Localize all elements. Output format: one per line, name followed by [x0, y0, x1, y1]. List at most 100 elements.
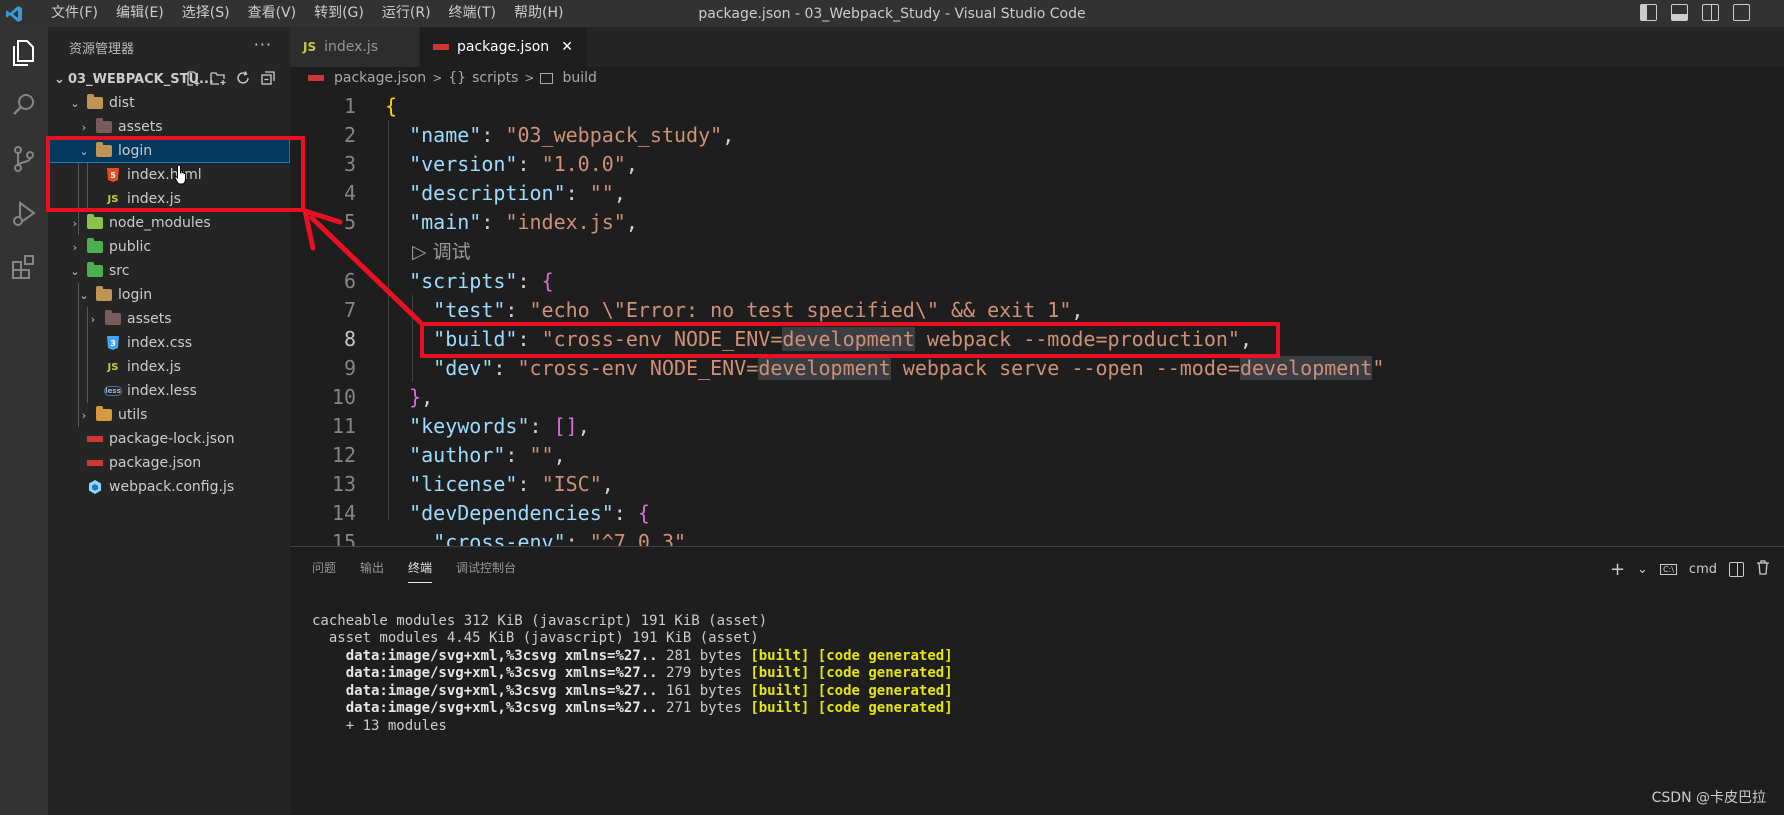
menu-help[interactable]: 帮助(H) [505, 0, 572, 27]
tree-folder-utils[interactable]: › utils [48, 403, 290, 427]
tree-item-label: package-lock.json [109, 431, 235, 447]
tree-folder-src-login[interactable]: ⌄ login [48, 283, 290, 307]
tree-item-label: package.json [109, 455, 202, 471]
tree-folder-node-modules[interactable]: › node_modules [48, 211, 290, 235]
public-folder-icon [86, 238, 104, 254]
tree-item-label: index.css [127, 335, 193, 351]
tree-item-label: index.js [127, 359, 181, 375]
webpack-icon [86, 480, 104, 494]
code-line: 12 "author": "", [290, 440, 1784, 469]
new-terminal-icon[interactable]: + [1610, 559, 1625, 580]
layout-controls [1640, 4, 1750, 21]
line-number: 1 [343, 93, 356, 118]
kill-terminal-icon[interactable] [1756, 560, 1770, 579]
title-bar: 文件(F) 编辑(E) 选择(S) 查看(V) 转到(G) 运行(R) 终端(T… [0, 0, 1784, 27]
line-number: 6 [343, 268, 356, 293]
close-icon[interactable]: ✕ [561, 39, 573, 55]
assets-folder-icon [95, 118, 113, 134]
tree-file-package-json[interactable]: package.json [48, 451, 290, 475]
toggle-sidebar-icon[interactable] [1640, 4, 1657, 21]
tree-folder-public[interactable]: › public [48, 235, 290, 259]
tree-folder-dist[interactable]: ⌄ dist [48, 91, 290, 115]
terminal-line: data:image/svg+xml,%3csvg xmlns=%27.. 16… [345, 682, 953, 699]
tree-item-label: index.less [127, 383, 197, 399]
assets-folder-icon [104, 310, 122, 326]
sidebar-header: 资源管理器 ··· [48, 27, 290, 67]
code-line: 1 { [290, 91, 1784, 120]
vscode-logo-icon [0, 0, 28, 27]
run-debug-icon[interactable] [8, 197, 40, 229]
line-number: 5 [343, 209, 356, 234]
breadcrumb-separator: > [432, 71, 443, 85]
panel-actions: + ⌄ C:\ cmd [1610, 559, 1770, 580]
tree-folder-src-assets[interactable]: › assets [48, 307, 290, 331]
code-editor[interactable]: 1 { 2 "name": "03_webpack_study", 3 "ver… [290, 91, 1784, 546]
line-number: 11 [331, 413, 356, 438]
explorer-icon[interactable] [8, 37, 40, 69]
more-actions-icon[interactable]: ··· [254, 35, 272, 54]
tree-file-webpack-config[interactable]: webpack.config.js [48, 475, 290, 499]
customize-layout-icon[interactable] [1733, 4, 1750, 21]
shell-name[interactable]: cmd [1689, 562, 1717, 577]
tab-problems[interactable]: 问题 [312, 559, 336, 583]
new-file-icon[interactable] [185, 70, 201, 86]
svg-text:3: 3 [110, 339, 116, 348]
code-text: "keywords": [], [409, 413, 590, 438]
line-number: 8 [343, 326, 356, 351]
npm-icon [86, 432, 104, 446]
terminal-line: data:image/svg+xml,%3csvg xmlns=%27.. 28… [345, 647, 953, 664]
line-number: 15 [331, 529, 356, 547]
menu-terminal[interactable]: 终端(T) [440, 0, 505, 27]
chevron-down-icon: ⌄ [70, 264, 80, 278]
tree-file-package-lock[interactable]: package-lock.json [48, 427, 290, 451]
toggle-secondary-sidebar-icon[interactable] [1702, 4, 1719, 21]
toggle-panel-icon[interactable] [1671, 4, 1688, 21]
bottom-panel: 问题 输出 终端 调试控制台 + ⌄ C:\ cmd cacheable mod… [290, 546, 1784, 815]
tab-terminal[interactable]: 终端 [408, 559, 433, 583]
refresh-icon[interactable] [235, 70, 251, 86]
tree-item-label: assets [118, 119, 163, 135]
menu-run[interactable]: 运行(R) [373, 0, 440, 27]
menu-file[interactable]: 文件(F) [42, 0, 107, 27]
tab-output[interactable]: 输出 [360, 559, 384, 583]
annotation-box-build-script [420, 322, 1280, 358]
workspace-root[interactable]: ⌄ 03_WEBPACK_STU... [48, 67, 290, 91]
chevron-down-icon: ⌄ [54, 71, 65, 87]
menu-view[interactable]: 查看(V) [239, 0, 306, 27]
watermark: CSDN @卡皮巴拉 [1651, 790, 1766, 806]
split-terminal-icon[interactable] [1729, 562, 1744, 577]
breadcrumb-file[interactable]: package.json [334, 70, 426, 86]
tree-file-src-index-js[interactable]: JS index.js [48, 355, 290, 379]
npm-icon [308, 75, 324, 81]
code-text: "scripts": { [409, 268, 554, 293]
tab-index-js[interactable]: JS index.js [290, 27, 420, 67]
tab-debug-console[interactable]: 调试控制台 [456, 559, 516, 583]
menu-go[interactable]: 转到(G) [305, 0, 373, 27]
annotation-box-login-folder [46, 136, 305, 212]
chevron-right-icon: › [72, 216, 78, 230]
code-text: { [385, 93, 398, 118]
search-icon[interactable] [8, 89, 40, 121]
debug-codelens[interactable]: ▷ 调试 [412, 237, 471, 264]
code-text: }, [409, 384, 434, 409]
new-folder-icon[interactable] [210, 70, 226, 86]
code-line: 11 "keywords": [], [290, 411, 1784, 440]
tree-folder-src[interactable]: ⌄ src [48, 259, 290, 283]
menu-selection[interactable]: 选择(S) [173, 0, 239, 27]
collapse-all-icon[interactable] [260, 70, 276, 86]
breadcrumb-build[interactable]: build [562, 70, 596, 86]
tree-file-index-css[interactable]: 3 index.css [48, 331, 290, 355]
menu-bar: 文件(F) 编辑(E) 选择(S) 查看(V) 转到(G) 运行(R) 终端(T… [42, 0, 572, 27]
menu-edit[interactable]: 编辑(E) [107, 0, 173, 27]
breadcrumb-scripts[interactable]: scripts [472, 70, 518, 86]
tree-file-index-less[interactable]: less index.less [48, 379, 290, 403]
chevron-down-icon[interactable]: ⌄ [1637, 562, 1648, 577]
tree-item-label: webpack.config.js [109, 479, 235, 495]
code-text: "name": "03_webpack_study", [409, 122, 735, 147]
extensions-icon[interactable] [8, 251, 40, 283]
line-number: 12 [331, 442, 356, 467]
tab-package-json[interactable]: package.json ✕ [420, 27, 588, 67]
source-control-icon[interactable] [8, 143, 40, 175]
activity-bar [0, 27, 48, 815]
terminal-output[interactable]: cacheable modules 312 KiB (javascript) 1… [312, 595, 953, 770]
